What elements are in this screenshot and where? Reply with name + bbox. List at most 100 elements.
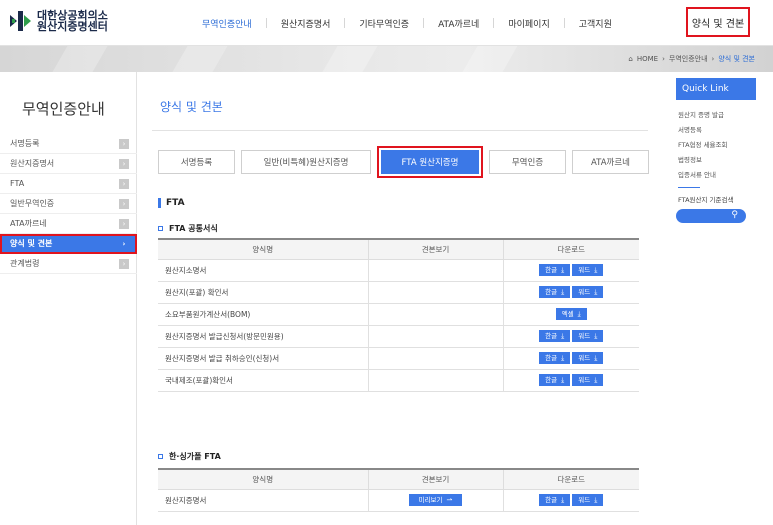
table-row: 원산지소명서 한글 ⤓ 워드 ⤓ (158, 259, 639, 282)
download-word-button[interactable]: 워드 ⤓ (572, 352, 604, 364)
form-name: 소요부품원가계산서(BOM) (158, 303, 368, 326)
nav-origin-cert[interactable]: 원산지증명서 (267, 17, 345, 30)
section-title-text: FTA (166, 198, 185, 208)
sidebar-item-forms[interactable]: 양식 및 견본 › (0, 234, 137, 254)
nav-support[interactable]: 고객지원 (565, 17, 626, 30)
sidebar-item-label: 양식 및 견본 (10, 239, 53, 248)
download-word-button[interactable]: 워드 ⤓ (572, 494, 604, 506)
home-icon[interactable]: ⌂ (628, 55, 632, 63)
download-icon: ⤓ (594, 376, 598, 384)
download-word-button[interactable]: 워드 ⤓ (572, 286, 604, 298)
sidebar-item-label: 관계법령 (10, 259, 40, 268)
quick-link-item[interactable]: 서명등록 (678, 123, 756, 138)
site-logo[interactable]: 대한상공회의소 원산지증명센터 (8, 9, 108, 33)
form-name: 원산지(포괄) 확인서 (158, 281, 368, 304)
table-row: 원산지증명서 발급 취하승인(신청)서 한글 ⤓ 워드 ⤓ (158, 347, 639, 370)
download-cell: 한글 ⤓ 워드 ⤓ (502, 281, 639, 304)
fta-common-forms-table: 양식명 견본보기 다운로드 원산지소명서 한글 ⤓ 워드 ⤓ 원산지(포괄) 확인서 … (158, 238, 639, 392)
col-header: 견본보기 (367, 238, 503, 260)
sidebar-item-ata[interactable]: ATA까르네 › (0, 214, 137, 234)
sidebar-item-laws[interactable]: 관계법령 › (0, 254, 137, 274)
page-title: 양식 및 견본 (160, 100, 223, 114)
tab-fta-origin[interactable]: FTA 원산지증명 (377, 146, 483, 178)
sidebar-item-fta[interactable]: FTA › (0, 174, 137, 194)
tab-trade-cert[interactable]: 무역인증 (489, 150, 566, 174)
download-icon: ⤓ (561, 354, 565, 362)
download-word-button[interactable]: 워드 ⤓ (572, 330, 604, 342)
breadcrumb-home[interactable]: HOME (637, 55, 658, 63)
chevron-right-icon: › (119, 139, 129, 149)
sidebar-item-label: ATA까르네 (10, 219, 47, 228)
col-header: 다운로드 (502, 468, 639, 490)
tab-signature[interactable]: 서명등록 (158, 150, 235, 174)
quick-link-list: 원산지 증명 발급 서명등록 FTA협정 세율조회 법령정보 입증서류 안내 (676, 100, 756, 183)
download-hwp-button[interactable]: 한글 ⤓ (539, 330, 571, 342)
preview-cell (367, 303, 503, 326)
table-row: 소요부품원가계산서(BOM) 엑셀 ⤓ (158, 303, 639, 326)
quick-link-panel: Quick Link 원산지 증명 발급 서명등록 FTA협정 세율조회 법령정… (676, 78, 756, 223)
breadcrumb-level1[interactable]: 무역인증안내 (669, 54, 708, 64)
preview-cell: 미리보기 ⇀ (367, 489, 503, 512)
download-cell: 한글 ⤓ 워드 ⤓ (502, 347, 639, 370)
download-hwp-button[interactable]: 한글 ⤓ (539, 286, 571, 298)
sidebar-item-signature[interactable]: 서명등록 › (0, 134, 137, 154)
download-word-button[interactable]: 워드 ⤓ (572, 374, 604, 386)
sidebar-item-general-trade[interactable]: 일반무역인증 › (0, 194, 137, 214)
sub-banner: ⌂ HOME › 무역인증안내 › 양식 및 견본 (0, 46, 773, 72)
download-icon: ⤓ (594, 496, 598, 504)
sidebar-item-label: 서명등록 (10, 139, 40, 148)
download-icon: ⤓ (561, 332, 565, 340)
download-hwp-button[interactable]: 한글 ⤓ (539, 374, 571, 386)
quick-link-item[interactable]: 원산지 증명 발급 (678, 108, 756, 123)
sidebar-item-label: 일반무역인증 (10, 199, 55, 208)
download-cell: 한글 ⤓ 워드 ⤓ (502, 369, 639, 392)
form-name: 원산지증명서 발급 취하승인(신청)서 (158, 347, 368, 370)
download-icon: ⤓ (594, 266, 598, 274)
quick-link-title: Quick Link (676, 78, 756, 100)
download-icon: ⤓ (594, 354, 598, 362)
download-hwp-button[interactable]: 한글 ⤓ (539, 494, 571, 506)
table-row: 국내제조(포괄)확인서 한글 ⤓ 워드 ⤓ (158, 369, 639, 392)
download-icon: ⤓ (561, 288, 565, 296)
quick-link-item[interactable]: 입증서류 안내 (678, 168, 756, 183)
form-name: 원산지증명서 발급신청서(방문민원용) (158, 325, 368, 348)
preview-button[interactable]: 미리보기 ⇀ (408, 494, 463, 506)
col-header: 양식명 (158, 238, 368, 260)
download-word-button[interactable]: 워드 ⤓ (572, 264, 604, 276)
download-excel-button[interactable]: 엑셀 ⤓ (555, 308, 587, 320)
quick-search-label: FTA원산지 기준검색 (678, 196, 734, 204)
quick-link-item[interactable]: FTA협정 세율조회 (678, 138, 756, 153)
nav-mypage[interactable]: 마이페이지 (494, 17, 563, 30)
download-cell: 엑셀 ⤓ (502, 303, 639, 326)
nav-other-cert[interactable]: 기타무역인증 (345, 17, 423, 30)
table1-title-text: FTA 공통서식 (169, 224, 218, 233)
sidebar-menu: 서명등록 › 원산지증명서 › FTA › 일반무역인증 › ATA까르네 › 양식 및 … (0, 134, 137, 274)
download-hwp-button[interactable]: 한글 ⤓ (539, 352, 571, 364)
nav-trade-cert[interactable]: 무역인증안내 (188, 17, 266, 30)
preview-cell (367, 259, 503, 282)
breadcrumb-current: 양식 및 견본 (718, 55, 755, 63)
nav-forms-samples[interactable]: 양식 및 견본 (686, 7, 750, 37)
logo-icon (8, 9, 32, 33)
table2-title-text: 한·싱가폴 FTA (169, 452, 221, 461)
tab-general-origin[interactable]: 일반(비특혜)원산지증명 (241, 150, 371, 174)
quick-link-item[interactable]: 법령정보 (678, 153, 756, 168)
tab-ata-carnet[interactable]: ATA까르네 (572, 150, 649, 174)
breadcrumb-separator: › (711, 55, 715, 63)
download-cell: 한글 ⤓ 워드 ⤓ (502, 325, 639, 348)
chevron-right-icon: › (122, 240, 126, 248)
bullet-icon (158, 226, 163, 231)
preview-cell (367, 281, 503, 304)
korea-singapore-fta-table: 양식명 견본보기 다운로드 원산지증명서 미리보기 ⇀ 한글 ⤓ 워드 ⤓ (158, 468, 639, 512)
chevron-right-icon: › (119, 179, 129, 189)
bullet-icon (158, 454, 163, 459)
download-hwp-button[interactable]: 한글 ⤓ (539, 264, 571, 276)
table2-title: 한·싱가폴 FTA (158, 451, 221, 462)
preview-cell (367, 369, 503, 392)
download-icon: ⤓ (561, 376, 565, 384)
divider (678, 187, 700, 188)
quick-search-button[interactable]: ⚲ (676, 209, 746, 223)
nav-ata-carnet[interactable]: ATA까르네 (424, 17, 493, 30)
breadcrumb-separator: › (662, 55, 665, 63)
sidebar-item-origin-cert[interactable]: 원산지증명서 › (0, 154, 137, 174)
